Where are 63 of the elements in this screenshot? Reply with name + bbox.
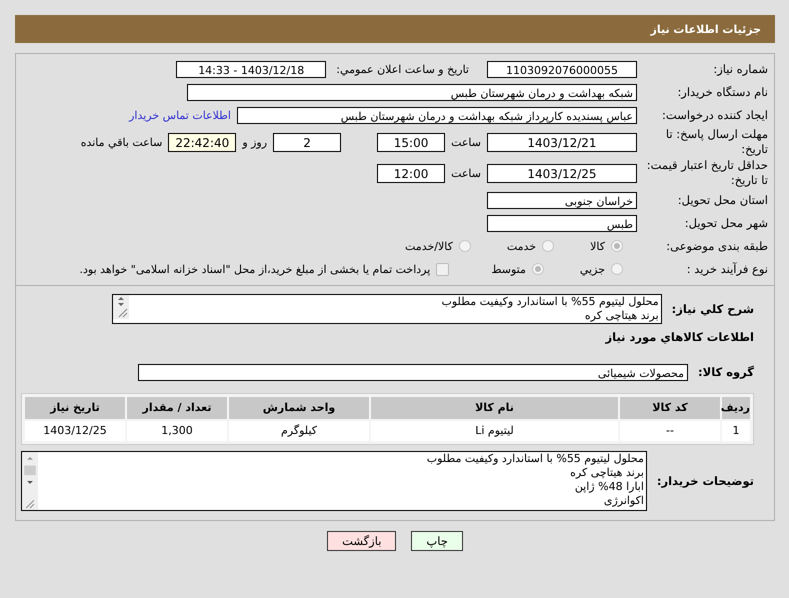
field-label: توضیحات خریدار: bbox=[656, 474, 754, 488]
field-label: ایجاد کننده درخواست: bbox=[661, 108, 769, 122]
column-header: تاریخ نیاز bbox=[25, 397, 125, 419]
scrollbar-icon bbox=[112, 295, 129, 319]
buyer-notes-textarea[interactable]: محلول لیتیوم 55% با استاندارد وکیفیت مطلوب برند هیتاچی کره ابارا 48% ژاپن اکوانرژی bbox=[21, 451, 647, 511]
field-label: حداقل تاریخ اعتبار قیمت: تا تاریخ: bbox=[646, 158, 769, 188]
need-number-field: 1103092076000055 bbox=[487, 60, 637, 78]
radio-button[interactable] bbox=[611, 240, 623, 252]
back-button[interactable]: بازگشت bbox=[327, 531, 396, 551]
checkbox[interactable] bbox=[436, 262, 450, 276]
radio-button[interactable] bbox=[542, 240, 554, 252]
goods-group-field: محصولات شیمیائی bbox=[138, 364, 688, 380]
table-cell: 1 bbox=[722, 421, 750, 441]
radio-button[interactable] bbox=[532, 263, 544, 275]
field-label: شماره نیاز: bbox=[712, 62, 769, 76]
field-label: مهلت ارسال پاسخ: تا تاریخ: bbox=[664, 127, 769, 157]
buyer-field: شبکه بهداشت و درمان شهرستان طبس bbox=[187, 84, 637, 100]
radio-button[interactable] bbox=[458, 240, 471, 252]
field-label: نوع فرآیند خرید : bbox=[686, 262, 769, 276]
deadline-time-field: 15:00 bbox=[377, 132, 446, 152]
field-label: استان محل تحویل: bbox=[676, 192, 769, 208]
remaining-time-field: 22:42:40 bbox=[168, 132, 236, 152]
column-header: ردیف bbox=[722, 397, 750, 419]
payment-note: پرداخت تمام یا بخشی از مبلغ خرید،از محل "اسناد خزانه اسلامی" خواهد بود. bbox=[80, 262, 430, 276]
field-label: طبقه بندی موضوعی: bbox=[665, 238, 769, 254]
radio-label: متوسط bbox=[491, 262, 526, 276]
table-cell: لیتیوم Li bbox=[371, 421, 618, 441]
validity-date-field: 1403/12/25 bbox=[487, 164, 637, 182]
field-label: تاریخ و ساعت اعلان عمومي: bbox=[336, 62, 469, 76]
column-header: نام کالا bbox=[371, 397, 618, 419]
column-header: واحد شمارش bbox=[229, 397, 369, 419]
field-label: نام دستگاه خریدار: bbox=[676, 84, 769, 100]
scrollbar-icon bbox=[22, 452, 38, 510]
city-field: طبس bbox=[487, 214, 637, 232]
announce-date-field: 1403/12/18 - 14:33 bbox=[176, 60, 326, 78]
description-textarea[interactable]: محلول لیتیوم 55% با استاندارد وکیفیت مطلوب برند هیتاچی کره bbox=[112, 294, 662, 324]
radio-label: کالا bbox=[590, 240, 605, 252]
page-title: جزئیات اطلاعات نیاز bbox=[650, 22, 761, 36]
days-field: 2 bbox=[273, 132, 342, 152]
time-label: ساعت bbox=[451, 136, 481, 148]
province-field: خراسان جنوبی bbox=[487, 192, 637, 208]
section-title: اطلاعات کالاهاي مورد نیاز bbox=[606, 330, 754, 344]
field-label: گروه کالا: bbox=[698, 364, 754, 380]
field-label: شرح کلي نیاز: bbox=[672, 302, 754, 316]
days-label: روز و bbox=[242, 136, 268, 148]
column-header: کد کالا bbox=[620, 397, 720, 419]
radio-label: کالا/خدمت bbox=[405, 240, 453, 252]
time-label: ساعت bbox=[451, 166, 481, 180]
field-label: شهر محل تحویل: bbox=[684, 216, 769, 230]
remaining-label: ساعت باقي مانده bbox=[80, 136, 162, 148]
table-cell: -- bbox=[620, 421, 720, 441]
column-header: تعداد / مقدار bbox=[127, 397, 227, 419]
creator-field: عباس پسندیده کارپرداز شبکه بهداشت و درمان شهرستان طبس bbox=[237, 106, 637, 124]
radio-label: جزیي bbox=[580, 262, 605, 276]
table-cell: 1,300 bbox=[127, 421, 227, 441]
print-button[interactable]: چاپ bbox=[411, 531, 463, 551]
buyer-contact-link[interactable]: اطلاعات تماس خریدار bbox=[129, 108, 231, 122]
radio-button[interactable] bbox=[611, 263, 623, 275]
table-cell: 1403/12/25 bbox=[25, 421, 125, 441]
radio-label: خدمت bbox=[506, 240, 536, 252]
validity-time-field: 12:00 bbox=[377, 164, 446, 182]
table-cell: کیلوگرم bbox=[229, 421, 369, 441]
deadline-date-field: 1403/12/21 bbox=[487, 132, 637, 152]
